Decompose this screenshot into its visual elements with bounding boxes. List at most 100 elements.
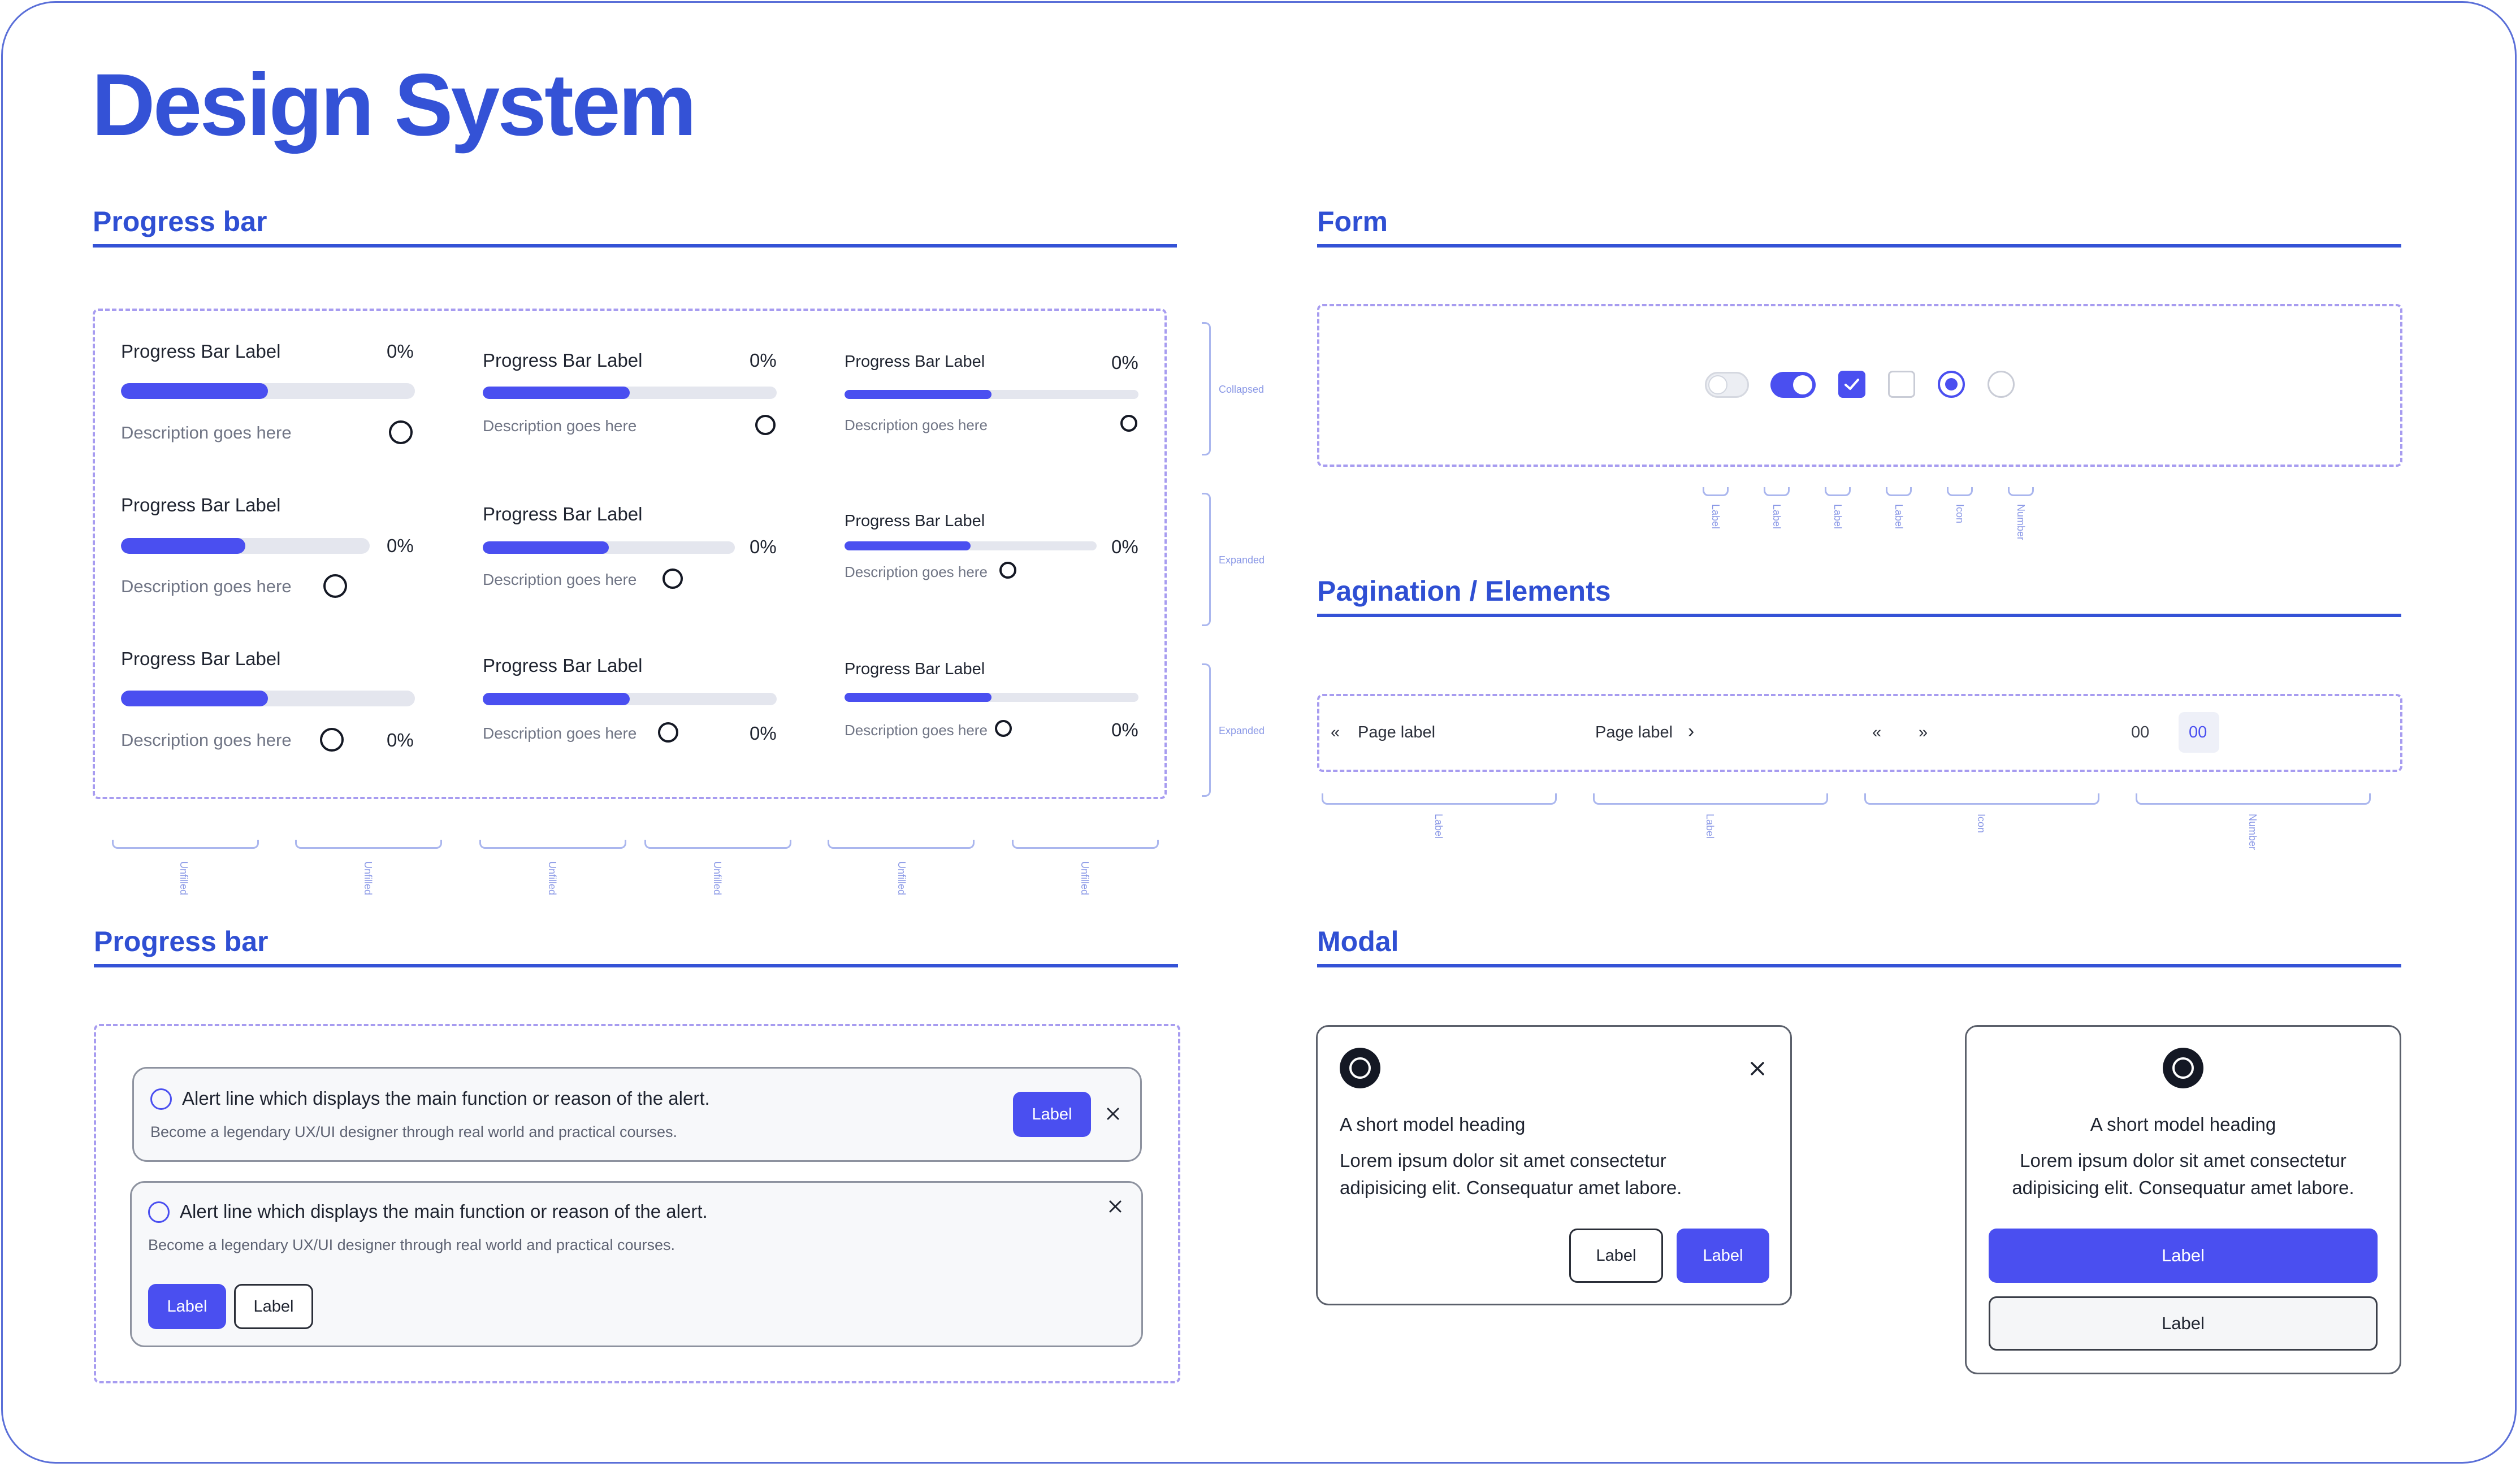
progress-bar-label: Progress Bar Label bbox=[483, 504, 643, 524]
progress-bar-description: Description goes here bbox=[121, 730, 292, 750]
modal-secondary-button[interactable]: Label bbox=[1569, 1229, 1663, 1283]
progress-bar-label: Progress Bar Label bbox=[845, 353, 985, 371]
circle-icon bbox=[1120, 415, 1137, 432]
progress-bar-fill bbox=[121, 383, 268, 399]
progress-bar-label: Progress Bar Label bbox=[121, 494, 281, 515]
modal-heading: A short model heading bbox=[2090, 1114, 2276, 1135]
modal-section-title: Modal bbox=[1317, 926, 1399, 957]
alert-secondary-button[interactable]: Label bbox=[234, 1284, 313, 1329]
progress-bar-percent: 0% bbox=[1111, 536, 1138, 557]
progress-bar-fill bbox=[121, 691, 268, 706]
annotation-bracket bbox=[1886, 487, 1912, 496]
progress-bar-description: Description goes here bbox=[845, 416, 988, 433]
form-section-rule bbox=[1317, 244, 2401, 248]
progress-bar-fill bbox=[845, 693, 991, 702]
annotation-label: Label bbox=[1433, 814, 1444, 839]
progress-bar-description: Description goes here bbox=[845, 722, 988, 739]
page-number[interactable]: 00 bbox=[2131, 722, 2149, 743]
alert-title: Alert line which displays the main funct… bbox=[180, 1201, 708, 1222]
annotation-bracket bbox=[1012, 840, 1159, 849]
progress-bar-percent: 0% bbox=[750, 350, 777, 371]
toggle-on[interactable] bbox=[1770, 372, 1816, 398]
circle-icon bbox=[663, 568, 683, 589]
pagination-next-label[interactable]: Page label bbox=[1595, 722, 1673, 743]
alert-label-button[interactable]: Label bbox=[1013, 1092, 1091, 1137]
checkbox-unchecked[interactable] bbox=[1888, 371, 1915, 398]
progress-bar-description: Description goes here bbox=[121, 576, 292, 596]
progress-bar-percent: 0% bbox=[387, 730, 414, 750]
annotation-bracket bbox=[295, 840, 442, 849]
circle-icon bbox=[755, 415, 776, 435]
pagination-group bbox=[1317, 694, 2402, 772]
progress-bar-track bbox=[483, 693, 777, 705]
progress-bar-fill bbox=[121, 538, 245, 554]
progress-bar-track bbox=[121, 538, 370, 554]
form-section-title: Form bbox=[1317, 206, 1388, 237]
progress-bar-percent: 0% bbox=[750, 536, 777, 557]
page-title: Design System bbox=[92, 56, 696, 154]
annotation-label: Label bbox=[1771, 504, 1782, 529]
alert-inline bbox=[132, 1067, 1142, 1162]
alert-section-rule bbox=[94, 964, 1178, 967]
progress-bar-fill bbox=[483, 693, 630, 705]
progress-bar-description: Description goes here bbox=[845, 563, 988, 580]
annotation-label: Label bbox=[1710, 504, 1721, 529]
progress-bar-fill bbox=[845, 541, 971, 550]
annotation-bracket bbox=[828, 840, 975, 849]
double-chevron-left-icon[interactable]: « bbox=[1872, 722, 1881, 743]
progress-bar-percent: 0% bbox=[1111, 719, 1138, 740]
progress-bar-track bbox=[483, 387, 777, 399]
radio-unselected[interactable] bbox=[1988, 371, 2015, 398]
progress-bar-percent: 0% bbox=[387, 341, 414, 362]
info-circle-icon bbox=[150, 1088, 172, 1110]
progress-bar-label: Progress Bar Label bbox=[483, 350, 643, 371]
page-number-active[interactable]: 00 bbox=[2189, 722, 2207, 743]
progress-bar-track bbox=[121, 383, 415, 399]
progress-bar-track bbox=[483, 541, 735, 554]
progress-bar-percent: 0% bbox=[1111, 352, 1138, 373]
modal-icon bbox=[2163, 1048, 2203, 1088]
circle-icon bbox=[999, 562, 1016, 579]
checkbox-checked[interactable] bbox=[1838, 371, 1865, 398]
alert-primary-button[interactable]: Label bbox=[148, 1284, 226, 1329]
first-page-icon[interactable]: « bbox=[1331, 722, 1340, 743]
close-icon[interactable] bbox=[1103, 1104, 1123, 1123]
progress-bar-fill bbox=[483, 387, 630, 399]
progress-bar-track bbox=[121, 691, 415, 706]
progress-bar-track bbox=[845, 541, 1097, 550]
progress-bar-label: Progress Bar Label bbox=[845, 660, 985, 678]
pagination-prev-label[interactable]: Page label bbox=[1358, 722, 1435, 743]
radio-selected[interactable] bbox=[1938, 371, 1965, 398]
annotation-bracket bbox=[1202, 322, 1211, 455]
modal-secondary-button[interactable]: Label bbox=[1989, 1296, 2378, 1351]
circle-icon bbox=[1349, 1057, 1371, 1079]
progress-bar-track bbox=[845, 390, 1138, 399]
annotation-unfilled: Unfilled bbox=[712, 861, 723, 896]
pagination-section-rule bbox=[1317, 614, 2401, 617]
modal-primary-button[interactable]: Label bbox=[1989, 1229, 2378, 1283]
chevron-right-icon[interactable]: › bbox=[1688, 721, 1694, 741]
annotation-label: Label bbox=[1704, 814, 1716, 839]
circle-icon bbox=[323, 574, 347, 598]
close-icon[interactable] bbox=[1106, 1197, 1125, 1216]
annotation-bracket bbox=[479, 840, 626, 849]
progress-bar-label: Progress Bar Label bbox=[121, 648, 281, 669]
toggle-off[interactable] bbox=[1705, 372, 1749, 398]
annotation-expanded: Expanded bbox=[1219, 725, 1265, 736]
modal-primary-button[interactable]: Label bbox=[1677, 1229, 1769, 1283]
progress-bar-description: Description goes here bbox=[121, 423, 292, 442]
annotation-label: Label bbox=[1832, 504, 1843, 529]
close-icon[interactable] bbox=[1747, 1058, 1768, 1079]
progress-bar-fill bbox=[483, 541, 609, 554]
annotation-label: Label bbox=[1893, 504, 1904, 529]
annotation-bracket bbox=[644, 840, 791, 849]
progress-bar-fill bbox=[845, 390, 991, 399]
annotation-icon: Icon bbox=[1976, 814, 1987, 834]
annotation-expanded: Expanded bbox=[1219, 554, 1265, 566]
annotation-collapsed: Collapsed bbox=[1219, 384, 1265, 395]
annotation-bracket bbox=[2136, 793, 2371, 805]
double-chevron-right-icon[interactable]: » bbox=[1919, 722, 1928, 743]
modal-icon bbox=[1340, 1048, 1380, 1088]
progress-bar-label: Progress Bar Label bbox=[845, 512, 985, 530]
annotation-bracket bbox=[1202, 493, 1211, 626]
